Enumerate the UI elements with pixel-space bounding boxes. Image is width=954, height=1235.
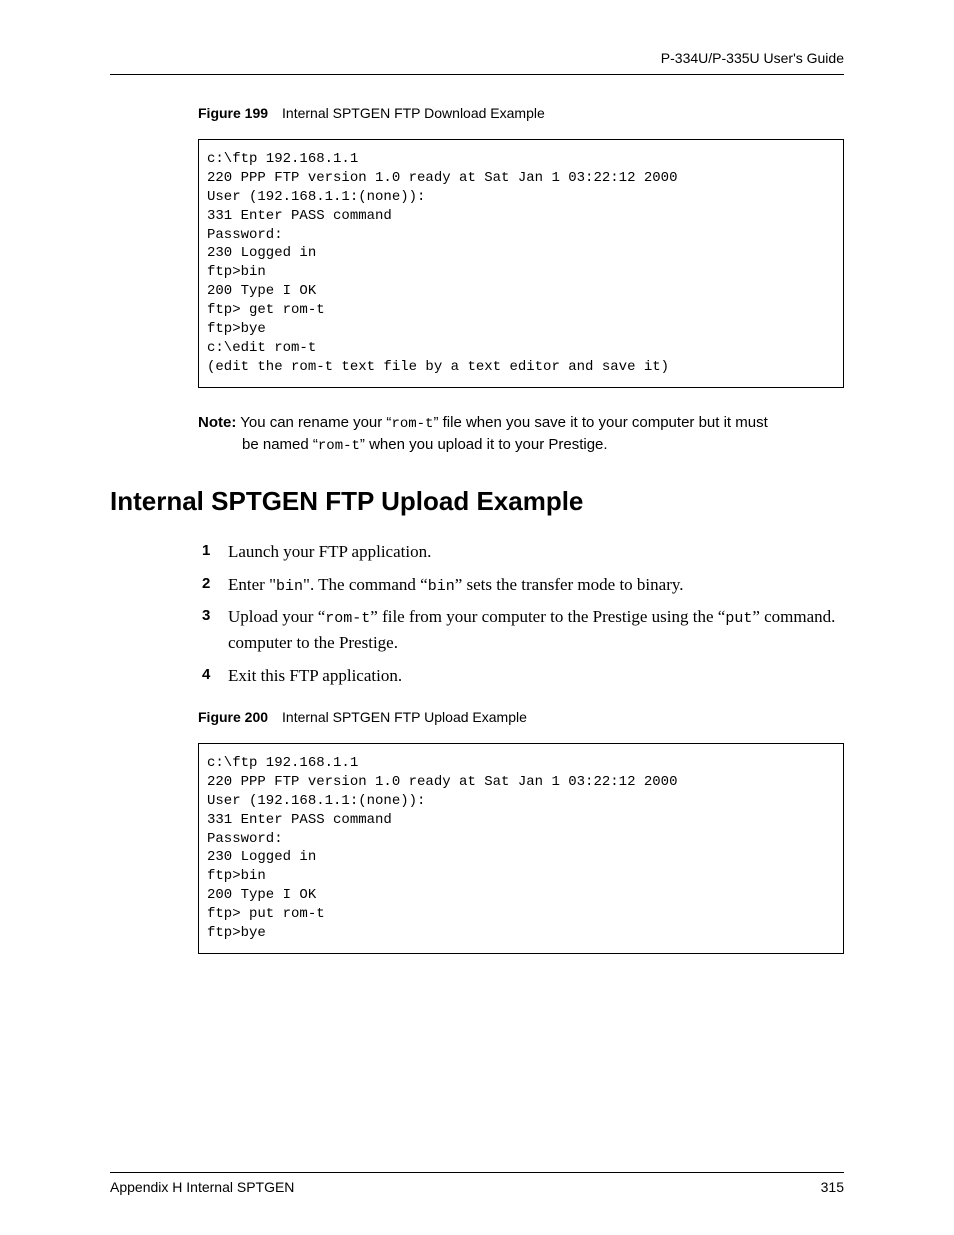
figure-199-codebox: c:\ftp 192.168.1.1 220 PPP FTP version 1… xyxy=(198,139,844,388)
note-continuation: be named “rom-t” when you upload it to y… xyxy=(242,434,844,456)
section-heading: Internal SPTGEN FTP Upload Example xyxy=(110,486,844,517)
step-4-num: 4 xyxy=(202,663,210,686)
step-3-m1: rom-t xyxy=(325,610,370,627)
step-3-num: 3 xyxy=(202,604,210,627)
step-2-p2: ". The command “ xyxy=(303,575,428,594)
step-1: 1 Launch your FTP application. xyxy=(210,539,844,565)
step-2-num: 2 xyxy=(202,572,210,595)
step-4-text: Exit this FTP application. xyxy=(228,666,402,685)
running-head: P-334U/P-335U User's Guide xyxy=(110,50,844,66)
note-mono2: rom-t xyxy=(318,438,360,454)
figure-200-label: Figure 200 xyxy=(198,709,268,725)
step-3-line2: computer to the Prestige. xyxy=(228,633,398,652)
step-2-p3: ” sets the transfer mode to binary. xyxy=(455,575,684,594)
step-1-text: Launch your FTP application. xyxy=(228,542,431,561)
steps-list: 1 Launch your FTP application. 2 Enter "… xyxy=(210,539,844,689)
step-3-p2: ” file from your computer to the Prestig… xyxy=(370,607,725,626)
step-3: 3 Upload your “rom-t” file from your com… xyxy=(210,604,844,657)
figure-200-codebox: c:\ftp 192.168.1.1 220 PPP FTP version 1… xyxy=(198,743,844,954)
note-part2: ” file when you save it to your computer… xyxy=(433,414,767,431)
step-2-p1: Enter " xyxy=(228,575,276,594)
step-2-m1: bin xyxy=(276,578,303,595)
step-2: 2 Enter "bin". The command “bin” sets th… xyxy=(210,572,844,598)
figure-200-title: Internal SPTGEN FTP Upload Example xyxy=(282,709,527,725)
note-part1: You can rename your “ xyxy=(236,414,391,431)
footer: Appendix H Internal SPTGEN 315 xyxy=(110,1172,844,1195)
note-mono1: rom-t xyxy=(391,416,433,432)
step-3-p3: ” command. xyxy=(752,607,835,626)
figure-199-caption: Figure 199 Internal SPTGEN FTP Download E… xyxy=(198,105,844,121)
figure-199-label: Figure 199 xyxy=(198,105,268,121)
step-4: 4 Exit this FTP application. xyxy=(210,663,844,689)
footer-right: 315 xyxy=(821,1179,844,1195)
step-1-num: 1 xyxy=(202,539,210,562)
note-label: Note: xyxy=(198,414,236,431)
page: P-334U/P-335U User's Guide Figure 199 Int… xyxy=(0,0,954,1235)
note-block: Note: You can rename your “rom-t” file w… xyxy=(198,412,844,457)
footer-row: Appendix H Internal SPTGEN 315 xyxy=(110,1179,844,1195)
figure-199-title: Internal SPTGEN FTP Download Example xyxy=(282,105,545,121)
bottom-rule xyxy=(110,1172,844,1173)
footer-left: Appendix H Internal SPTGEN xyxy=(110,1179,294,1195)
step-2-m2: bin xyxy=(428,578,455,595)
note-cont1: be named “ xyxy=(242,436,318,453)
note-cont2: ” when you upload it to your Prestige. xyxy=(360,436,608,453)
step-3-p1: Upload your “ xyxy=(228,607,325,626)
figure-200-caption: Figure 200 Internal SPTGEN FTP Upload Exa… xyxy=(198,709,844,725)
step-3-m2: put xyxy=(725,610,752,627)
top-rule xyxy=(110,74,844,75)
